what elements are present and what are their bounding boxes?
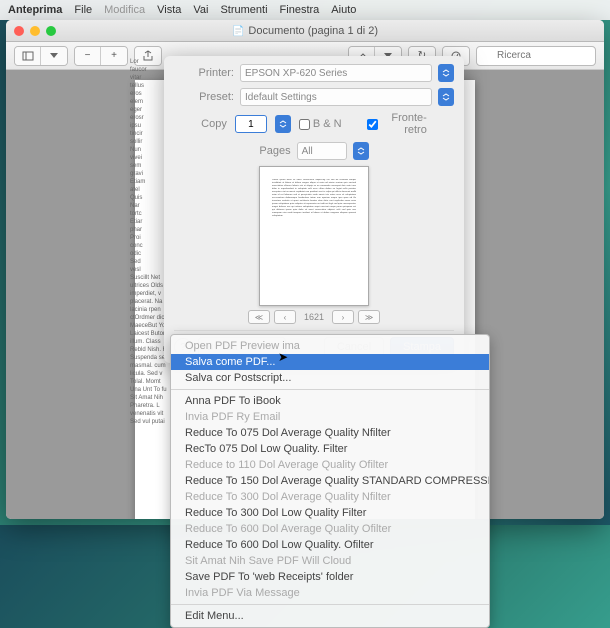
- menu-help[interactable]: Aiuto: [331, 4, 356, 16]
- first-page-button[interactable]: ≪: [248, 310, 270, 324]
- pdf-menu-item[interactable]: Salva cor Postscript...: [171, 370, 489, 386]
- pdf-menu-item[interactable]: Edit Menu...: [171, 608, 489, 624]
- menu-edit[interactable]: Modifica: [104, 4, 145, 16]
- pdf-menu-item[interactable]: Reduce To 075 Dol Average Quality Nfilte…: [171, 425, 489, 441]
- zoom-button[interactable]: [46, 26, 56, 36]
- system-menubar: Anteprima File Modifica Vista Vai Strume…: [0, 0, 610, 20]
- preset-select[interactable]: Idefault Settings: [240, 88, 432, 106]
- menu-tools[interactable]: Strumenti: [220, 4, 267, 16]
- printer-select[interactable]: EPSON XP-620 Series: [240, 64, 432, 82]
- pdf-menu-item[interactable]: Invia PDF Via Message: [171, 585, 489, 601]
- close-button[interactable]: [14, 26, 24, 36]
- print-dialog: Printer: EPSON XP-620 Series Preset: Ide…: [164, 56, 464, 363]
- menu-go[interactable]: Vai: [193, 4, 208, 16]
- pdf-dropdown-menu: Open PDF Preview imaSalva come PDF...Sal…: [170, 334, 490, 628]
- copies-stepper[interactable]: [275, 115, 291, 133]
- zoom-out-button[interactable]: −: [75, 47, 101, 65]
- preset-label: Preset:: [174, 91, 234, 103]
- page-indicator: 1621: [300, 312, 328, 322]
- search-field[interactable]: [476, 46, 596, 66]
- printer-label: Printer:: [174, 67, 234, 79]
- pages-select-arrows[interactable]: [353, 142, 369, 160]
- pdf-menu-item[interactable]: RecTo 075 Dol Low Quality. Filter: [171, 441, 489, 457]
- zoom-in-button[interactable]: +: [101, 47, 127, 65]
- next-page-button[interactable]: ›: [332, 310, 354, 324]
- app-menu[interactable]: Anteprima: [8, 4, 62, 16]
- share-button[interactable]: [135, 47, 161, 65]
- prev-page-button[interactable]: ‹: [274, 310, 296, 324]
- preset-select-arrows[interactable]: [438, 88, 454, 106]
- pdf-menu-item[interactable]: Reduce To 600 Dol Average Quality Ofilte…: [171, 521, 489, 537]
- pdf-menu-item[interactable]: Save PDF To 'web Receipts' folder: [171, 569, 489, 585]
- pdf-menu-item[interactable]: Sit Amat Nih Save PDF Will Cloud: [171, 553, 489, 569]
- copies-label: Copy: [201, 118, 227, 130]
- pdf-menu-item[interactable]: Reduce to 110 Dol Average Quality Ofilte…: [171, 457, 489, 473]
- pages-select[interactable]: All: [297, 142, 347, 160]
- pdf-menu-item[interactable]: Reduce To 300 Dol Average Quality Nfilte…: [171, 489, 489, 505]
- printer-select-arrows[interactable]: [438, 64, 454, 82]
- pages-label: Pages: [259, 145, 290, 157]
- pdf-menu-item[interactable]: Reduce To 150 Dol Average Quality STANDA…: [171, 473, 489, 489]
- duplex-checkbox[interactable]: Fronte-retro: [367, 112, 427, 136]
- window-title: Documento (pagina 1 di 2): [6, 25, 604, 37]
- last-page-button[interactable]: ≫: [358, 310, 380, 324]
- print-preview-thumbnail: Lorem ipsum dolor sit amet consectetur a…: [259, 166, 369, 306]
- pdf-menu-item[interactable]: Open PDF Preview ima: [171, 338, 489, 354]
- window-titlebar: Documento (pagina 1 di 2): [6, 20, 604, 42]
- menu-file[interactable]: File: [74, 4, 92, 16]
- copies-input[interactable]: [235, 115, 267, 133]
- pdf-menu-item[interactable]: Salva come PDF...: [171, 354, 489, 370]
- pdf-menu-item[interactable]: Anna PDF To iBook: [171, 393, 489, 409]
- view-mode-button[interactable]: [41, 47, 67, 65]
- pdf-menu-item[interactable]: Reduce To 600 Dol Low Quality. Ofilter: [171, 537, 489, 553]
- menu-view[interactable]: Vista: [157, 4, 181, 16]
- pdf-menu-item[interactable]: Invia PDF Ry Email: [171, 409, 489, 425]
- minimize-button[interactable]: [30, 26, 40, 36]
- sidebar-toggle-button[interactable]: [15, 47, 41, 65]
- bw-checkbox[interactable]: B & N: [299, 118, 359, 130]
- pdf-menu-item[interactable]: Reduce To 300 Dol Low Quality Filter: [171, 505, 489, 521]
- menu-window[interactable]: Finestra: [280, 4, 320, 16]
